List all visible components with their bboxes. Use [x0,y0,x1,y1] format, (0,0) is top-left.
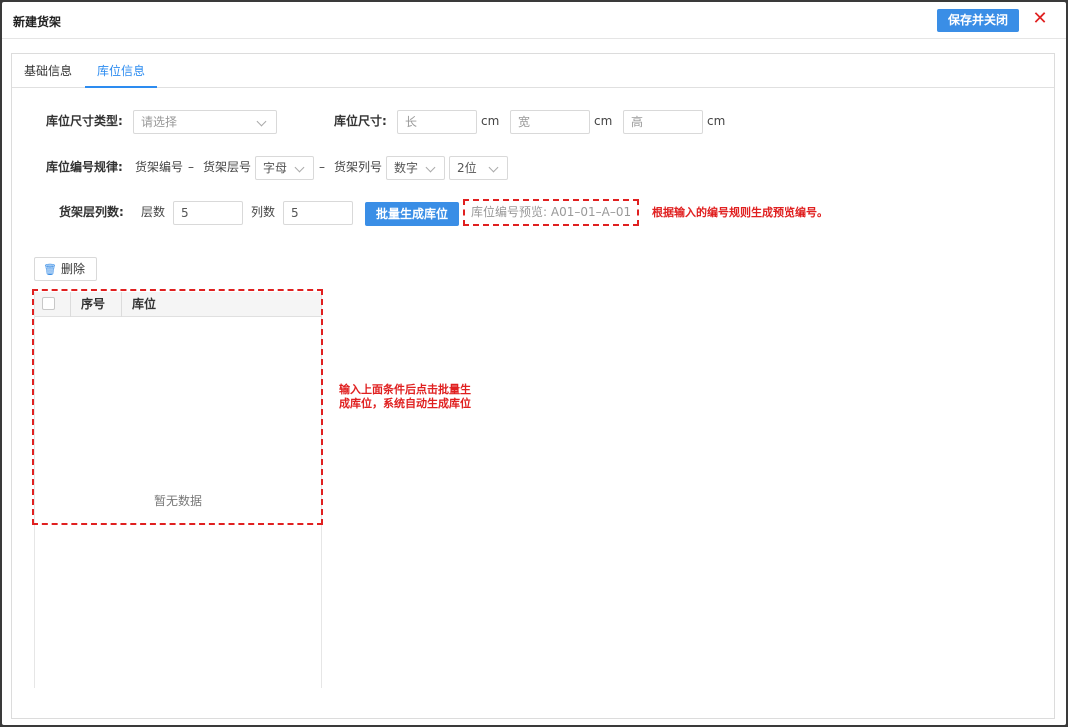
shelf-code-text: 货架编号 [135,160,184,174]
tab-bar: 基础信息 库位信息 [12,54,1054,88]
close-icon[interactable]: ✕ [1031,8,1049,30]
height-input[interactable]: 高 [623,110,703,134]
size-type-select[interactable]: 请选择 [133,110,277,134]
digits-select[interactable]: 2位 [449,156,508,180]
chevron-down-icon [488,162,499,173]
table-annotation-line2: 成库位，系统自动生成库位 [339,397,471,410]
layers-input[interactable]: 5 [173,201,243,225]
layers-columns-label: 货架层列数: [59,205,124,219]
digits-value: 2位 [457,161,477,175]
form-panel: 基础信息 库位信息 库位尺寸类型: 请选择 库位尺寸: 长 cm 宽 cm 高 … [11,53,1055,719]
chevron-down-icon [425,162,436,173]
size-label: 库位尺寸: [334,114,387,128]
code-preview-field: 库位编号预览: A01–01–A–01 [471,205,632,219]
chevron-down-icon [294,162,305,173]
batch-generate-button[interactable]: 批量生成库位 [365,202,459,226]
dash-separator: – [319,160,325,174]
new-shelf-dialog: 新建货架 保存并关闭 ✕ 基础信息 库位信息 库位尺寸类型: 请选择 库位尺寸:… [2,2,1066,725]
layer-code-label: 货架层号 [203,160,252,174]
length-input[interactable]: 长 [397,110,477,134]
save-and-close-button[interactable]: 保存并关闭 [937,9,1019,32]
dialog-header: 新建货架 保存并关闭 ✕ [2,2,1066,39]
trash-icon: 🗑 [43,263,57,276]
size-type-placeholder: 请选择 [141,115,178,129]
column-code-label: 货架列号 [334,160,383,174]
columns-label: 列数 [251,205,276,219]
dialog-title: 新建货架 [13,15,62,29]
column-code-select[interactable]: 数字 [386,156,445,180]
width-unit: cm [594,114,613,128]
preview-highlight-box: 库位编号预览: A01–01–A–01 [463,199,639,226]
columns-input[interactable]: 5 [283,201,353,225]
dash-separator: – [188,160,194,174]
table-highlight-box [32,289,323,525]
delete-label: 删除 [60,262,85,276]
height-unit: cm [707,114,726,128]
layer-code-select[interactable]: 字母 [255,156,314,180]
length-unit: cm [481,114,500,128]
preview-annotation: 根据输入的编号规则生成预览编号。 [652,206,828,219]
tab-basic-info[interactable]: 基础信息 [20,54,76,88]
delete-button[interactable]: 🗑 删除 [34,257,97,281]
layer-code-value: 字母 [263,161,288,175]
chevron-down-icon [256,116,267,127]
layers-value: 5 [181,206,189,220]
layers-label: 层数 [141,205,166,219]
table-annotation-line1: 输入上面条件后点击批量生 [339,383,471,396]
tab-location-info[interactable]: 库位信息 [85,54,157,88]
code-rule-label: 库位编号规律: [46,160,123,174]
width-input[interactable]: 宽 [510,110,590,134]
size-type-label: 库位尺寸类型: [46,114,123,128]
column-code-value: 数字 [394,161,419,175]
columns-value: 5 [291,206,299,220]
